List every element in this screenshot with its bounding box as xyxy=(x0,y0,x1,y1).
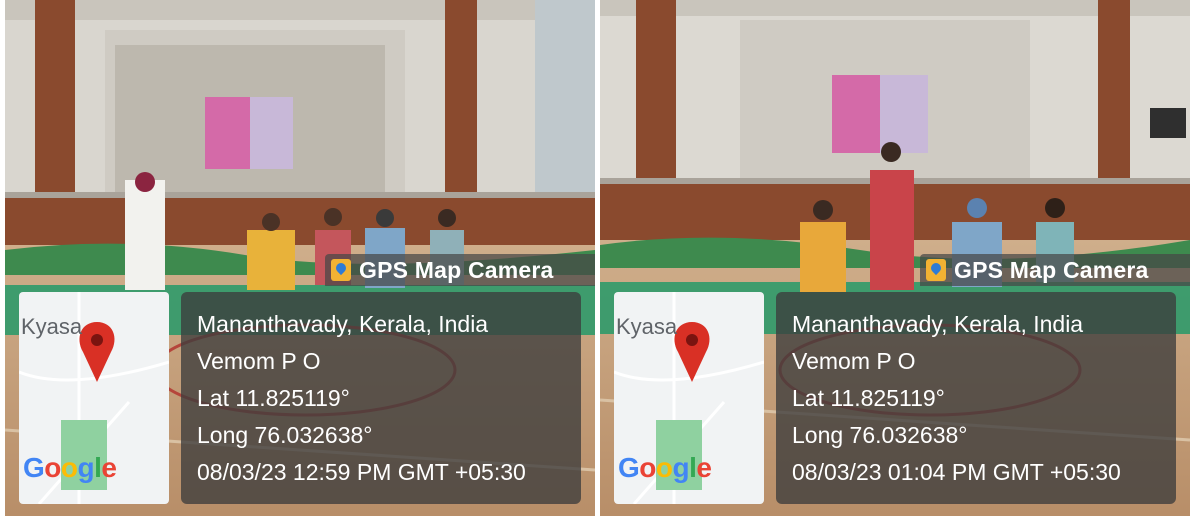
datetime-text: 08/03/23 12:59 PM GMT +05:30 xyxy=(197,459,526,485)
gps-map-camera-label: GPS Map Camera xyxy=(325,254,595,286)
latitude-text: Lat 11.825119° xyxy=(197,385,350,411)
location-info-box: Mananthavady, Kerala, India Vemom P O La… xyxy=(776,292,1176,504)
map-place-label: Kyasa xyxy=(21,314,83,339)
map-pin-icon xyxy=(674,322,710,382)
map-pin-icon xyxy=(79,322,115,382)
google-logo: Google xyxy=(618,452,712,483)
datetime-text: 08/03/23 01:04 PM GMT +05:30 xyxy=(792,459,1121,485)
gps-map-camera-label: GPS Map Camera xyxy=(920,254,1190,286)
photo-collage: GPS Map Camera Kyasa Google Mananthavady… xyxy=(0,0,1200,516)
longitude-text: Long 76.032638° xyxy=(792,422,968,448)
brand-label: GPS Map Camera xyxy=(954,256,1149,283)
geotagged-photo-left: GPS Map Camera Kyasa Google Mananthavady… xyxy=(5,0,595,516)
address-text: Mananthavady, Kerala, India xyxy=(792,311,1084,337)
geotagged-photo-right: GPS Map Camera Kyasa Google Mananthavady… xyxy=(600,0,1190,516)
google-logo: Google xyxy=(23,452,117,483)
post-office-text: Vemom P O xyxy=(792,348,916,374)
latitude-text: Lat 11.825119° xyxy=(792,385,945,411)
post-office-text: Vemom P O xyxy=(197,348,321,374)
address-text: Mananthavady, Kerala, India xyxy=(197,311,489,337)
longitude-text: Long 76.032638° xyxy=(197,422,373,448)
gps-map-camera-app-icon xyxy=(926,259,946,281)
map-thumbnail: Kyasa Google xyxy=(614,292,764,504)
location-info-box: Mananthavady, Kerala, India Vemom P O La… xyxy=(181,292,581,504)
brand-label: GPS Map Camera xyxy=(359,256,554,283)
gps-map-camera-app-icon xyxy=(331,259,351,281)
map-place-label: Kyasa xyxy=(616,314,678,339)
map-thumbnail: Kyasa Google xyxy=(19,292,169,504)
